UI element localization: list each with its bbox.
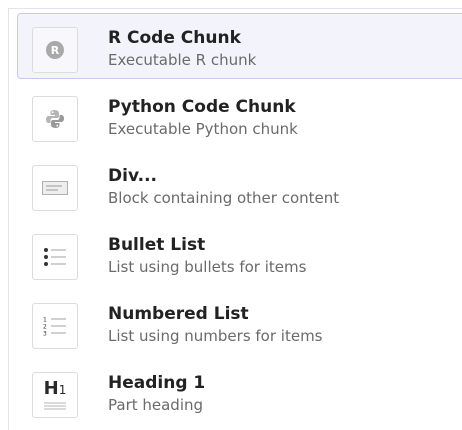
menu-item-subtitle: Executable R chunk: [108, 51, 257, 69]
div-block-icon: [32, 165, 78, 211]
r-logo-icon: R: [32, 27, 78, 73]
svg-text:1: 1: [43, 317, 47, 324]
menu-item-div[interactable]: Div... Block containing other content: [17, 151, 462, 217]
heading-1-glyph: H1: [43, 377, 67, 399]
svg-text:2: 2: [43, 324, 47, 331]
menu-item-python-code-chunk[interactable]: Python Code Chunk Executable Python chun…: [17, 82, 462, 148]
menu-item-title: Bullet List: [108, 235, 206, 255]
menu-item-subtitle: List using bullets for items: [108, 258, 307, 276]
menu-item-heading-1[interactable]: H1 Heading 1 Part heading: [17, 358, 462, 424]
heading-1-icon: H1: [32, 372, 78, 418]
menu-item-r-code-chunk[interactable]: R R Code Chunk Executable R chunk: [17, 13, 462, 79]
menu-item-title: Heading 1: [108, 373, 206, 393]
menu-item-subtitle: Block containing other content: [108, 189, 340, 207]
menu-item-title: R Code Chunk: [108, 28, 241, 48]
menu-item-title: Numbered List: [108, 304, 249, 324]
bullet-list-icon: [32, 234, 78, 280]
svg-text:3: 3: [43, 331, 47, 337]
numbered-list-icon: 1 2 3: [32, 303, 78, 349]
menu-item-subtitle: List using numbers for items: [108, 327, 323, 345]
menu-item-subtitle: Executable Python chunk: [108, 120, 298, 138]
menu-item-title: Div...: [108, 166, 158, 186]
menu-item-title: Python Code Chunk: [108, 97, 296, 117]
menu-item-bullet-list[interactable]: Bullet List List using bullets for items: [17, 220, 462, 286]
insert-menu: R R Code Chunk Executable R chunk Python…: [8, 8, 462, 430]
menu-item-numbered-list[interactable]: 1 2 3 Numbered List List using numbers f…: [17, 289, 462, 355]
python-logo-icon: [32, 96, 78, 142]
menu-item-subtitle: Part heading: [108, 396, 204, 414]
